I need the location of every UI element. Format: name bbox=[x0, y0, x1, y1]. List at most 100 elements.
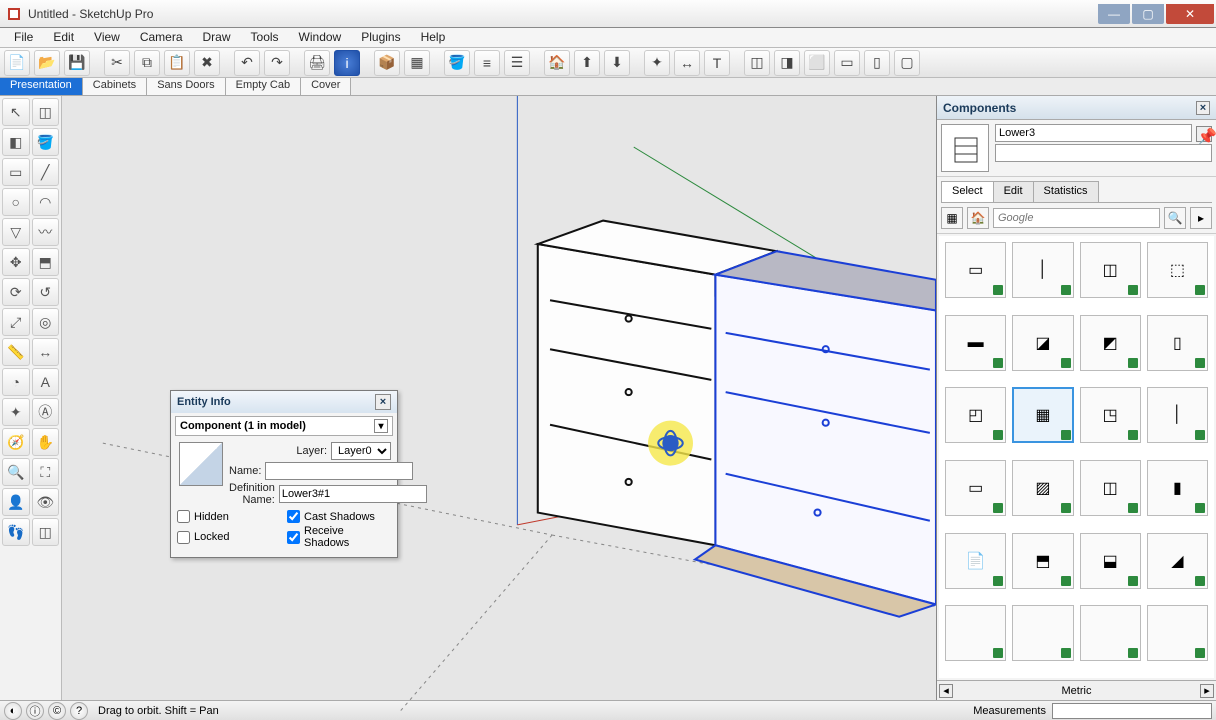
paint-tool[interactable]: 🪣 bbox=[32, 128, 60, 156]
locked-checkbox[interactable] bbox=[177, 531, 190, 544]
text-tool[interactable]: A bbox=[32, 368, 60, 396]
cast-shadows-checkbox[interactable] bbox=[287, 510, 300, 523]
look-around-tool[interactable]: 👁 bbox=[32, 488, 60, 516]
front-view-button[interactable]: ▭ bbox=[834, 50, 860, 76]
axes-button[interactable]: ✦ bbox=[644, 50, 670, 76]
home-button[interactable]: 🏠 bbox=[967, 207, 989, 229]
menu-window[interactable]: Window bbox=[289, 28, 352, 47]
scene-tab-cabinets[interactable]: Cabinets bbox=[83, 78, 147, 95]
open-button[interactable]: 📂 bbox=[34, 50, 60, 76]
section-button[interactable]: ◫ bbox=[744, 50, 770, 76]
locked-checkbox-label[interactable]: Locked bbox=[177, 525, 281, 549]
credits-button[interactable]: ⓘ bbox=[26, 702, 44, 720]
menu-file[interactable]: File bbox=[4, 28, 43, 47]
component-item[interactable] bbox=[1080, 605, 1141, 661]
component-item[interactable]: ▬ bbox=[945, 315, 1006, 371]
position-camera-tool[interactable]: 👤 bbox=[2, 488, 30, 516]
redo-button[interactable]: ↷ bbox=[264, 50, 290, 76]
cast-shadows-checkbox-label[interactable]: Cast Shadows bbox=[287, 510, 391, 523]
menu-edit[interactable]: Edit bbox=[43, 28, 84, 47]
components-panel-titlebar[interactable]: Components × bbox=[937, 96, 1216, 120]
menu-draw[interactable]: Draw bbox=[193, 28, 241, 47]
text-button[interactable]: T bbox=[704, 50, 730, 76]
rotate-tool[interactable]: ⟳ bbox=[2, 278, 30, 306]
erase-button[interactable]: ✖ bbox=[194, 50, 220, 76]
new-button[interactable]: 📄 bbox=[4, 50, 30, 76]
share-button[interactable]: ⬆ bbox=[574, 50, 600, 76]
components-prev-button[interactable]: ◂ bbox=[939, 684, 953, 698]
layer-select[interactable]: Layer0 bbox=[331, 442, 391, 460]
component-pin-button[interactable]: 📌 bbox=[1196, 126, 1212, 142]
components-tab-edit[interactable]: Edit bbox=[993, 181, 1034, 202]
rectangle-tool[interactable]: ▭ bbox=[2, 158, 30, 186]
component-item[interactable] bbox=[945, 605, 1006, 661]
measurements-input[interactable] bbox=[1052, 703, 1212, 719]
component-item[interactable]: ▭ bbox=[945, 460, 1006, 516]
geo-button[interactable]: ◐ bbox=[4, 702, 22, 720]
receive-shadows-checkbox[interactable] bbox=[287, 531, 300, 544]
line-tool[interactable]: ╱ bbox=[32, 158, 60, 186]
component-item[interactable] bbox=[1012, 605, 1073, 661]
minimize-button[interactable]: — bbox=[1098, 4, 1130, 24]
axes-tool[interactable]: ✦ bbox=[2, 398, 30, 426]
close-button[interactable]: ✕ bbox=[1166, 4, 1214, 24]
scene-tab-cover[interactable]: Cover bbox=[301, 78, 351, 95]
back-view-button[interactable]: ▢ bbox=[894, 50, 920, 76]
cut-button[interactable]: ✂ bbox=[104, 50, 130, 76]
section-plane-tool[interactable]: ◫ bbox=[32, 518, 60, 546]
pan-tool[interactable]: ✋ bbox=[32, 428, 60, 456]
name-input[interactable] bbox=[265, 462, 413, 480]
components-tab-select[interactable]: Select bbox=[941, 181, 994, 202]
followme-tool[interactable]: ↺ bbox=[32, 278, 60, 306]
component-item[interactable]: ▦ bbox=[1012, 387, 1073, 443]
component-item[interactable]: ◢ bbox=[1147, 533, 1208, 589]
hidden-checkbox-label[interactable]: Hidden bbox=[177, 510, 281, 523]
scene-tab-empty-cab[interactable]: Empty Cab bbox=[226, 78, 301, 95]
get-models-button[interactable]: ⬇ bbox=[604, 50, 630, 76]
component-item[interactable]: ▮ bbox=[1147, 460, 1208, 516]
entity-thumbnail[interactable] bbox=[179, 442, 223, 486]
entity-info-menu-button[interactable]: ▾ bbox=[374, 419, 388, 433]
component-item[interactable]: │ bbox=[1012, 242, 1073, 298]
viewport[interactable]: Entity Info × Component (1 in model) ▾ L… bbox=[62, 96, 936, 700]
entity-info-titlebar[interactable]: Entity Info × bbox=[171, 391, 397, 413]
polygon-tool[interactable]: ▽ bbox=[2, 218, 30, 246]
protractor-tool[interactable]: ◔ bbox=[2, 368, 30, 396]
component-button[interactable]: 📦 bbox=[374, 50, 400, 76]
make-component-tool[interactable]: ◫ bbox=[32, 98, 60, 126]
component-name-input[interactable] bbox=[995, 124, 1192, 142]
receive-shadows-checkbox-label[interactable]: Receive Shadows bbox=[287, 525, 391, 549]
pushpull-tool[interactable]: ⬒ bbox=[32, 248, 60, 276]
paste-button[interactable]: 📋 bbox=[164, 50, 190, 76]
outliner-button[interactable]: ☰ bbox=[504, 50, 530, 76]
component-item[interactable] bbox=[1147, 605, 1208, 661]
maximize-button[interactable]: ▢ bbox=[1132, 4, 1164, 24]
view-mode-button[interactable]: ▦ bbox=[941, 207, 963, 229]
save-button[interactable]: 💾 bbox=[64, 50, 90, 76]
zoom-extents-tool[interactable]: ⛶ bbox=[32, 458, 60, 486]
components-tab-statistics[interactable]: Statistics bbox=[1033, 181, 1099, 202]
walk-tool[interactable]: 👣 bbox=[2, 518, 30, 546]
group-button[interactable]: ▦ bbox=[404, 50, 430, 76]
menu-tools[interactable]: Tools bbox=[241, 28, 289, 47]
hidden-checkbox[interactable] bbox=[177, 510, 190, 523]
3dtext-tool[interactable]: Ⓐ bbox=[32, 398, 60, 426]
menu-help[interactable]: Help bbox=[411, 28, 456, 47]
arc-tool[interactable]: ◠ bbox=[32, 188, 60, 216]
print-button[interactable]: 🖨 bbox=[304, 50, 330, 76]
freehand-tool[interactable]: 〰 bbox=[32, 218, 60, 246]
component-item[interactable]: ▨ bbox=[1012, 460, 1073, 516]
nav-button[interactable]: ▸ bbox=[1190, 207, 1212, 229]
component-item[interactable]: ◫ bbox=[1080, 242, 1141, 298]
menu-plugins[interactable]: Plugins bbox=[351, 28, 410, 47]
scale-tool[interactable]: ⤢ bbox=[2, 308, 30, 336]
iso-button[interactable]: ◨ bbox=[774, 50, 800, 76]
tape-tool[interactable]: 📏 bbox=[2, 338, 30, 366]
component-item[interactable]: ▭ bbox=[945, 242, 1006, 298]
menu-view[interactable]: View bbox=[84, 28, 130, 47]
component-item[interactable]: ⬚ bbox=[1147, 242, 1208, 298]
top-view-button[interactable]: ⬜ bbox=[804, 50, 830, 76]
search-button[interactable]: 🔍 bbox=[1164, 207, 1186, 229]
orbit-tool[interactable]: 🧭 bbox=[2, 428, 30, 456]
component-item[interactable]: ◪ bbox=[1012, 315, 1073, 371]
